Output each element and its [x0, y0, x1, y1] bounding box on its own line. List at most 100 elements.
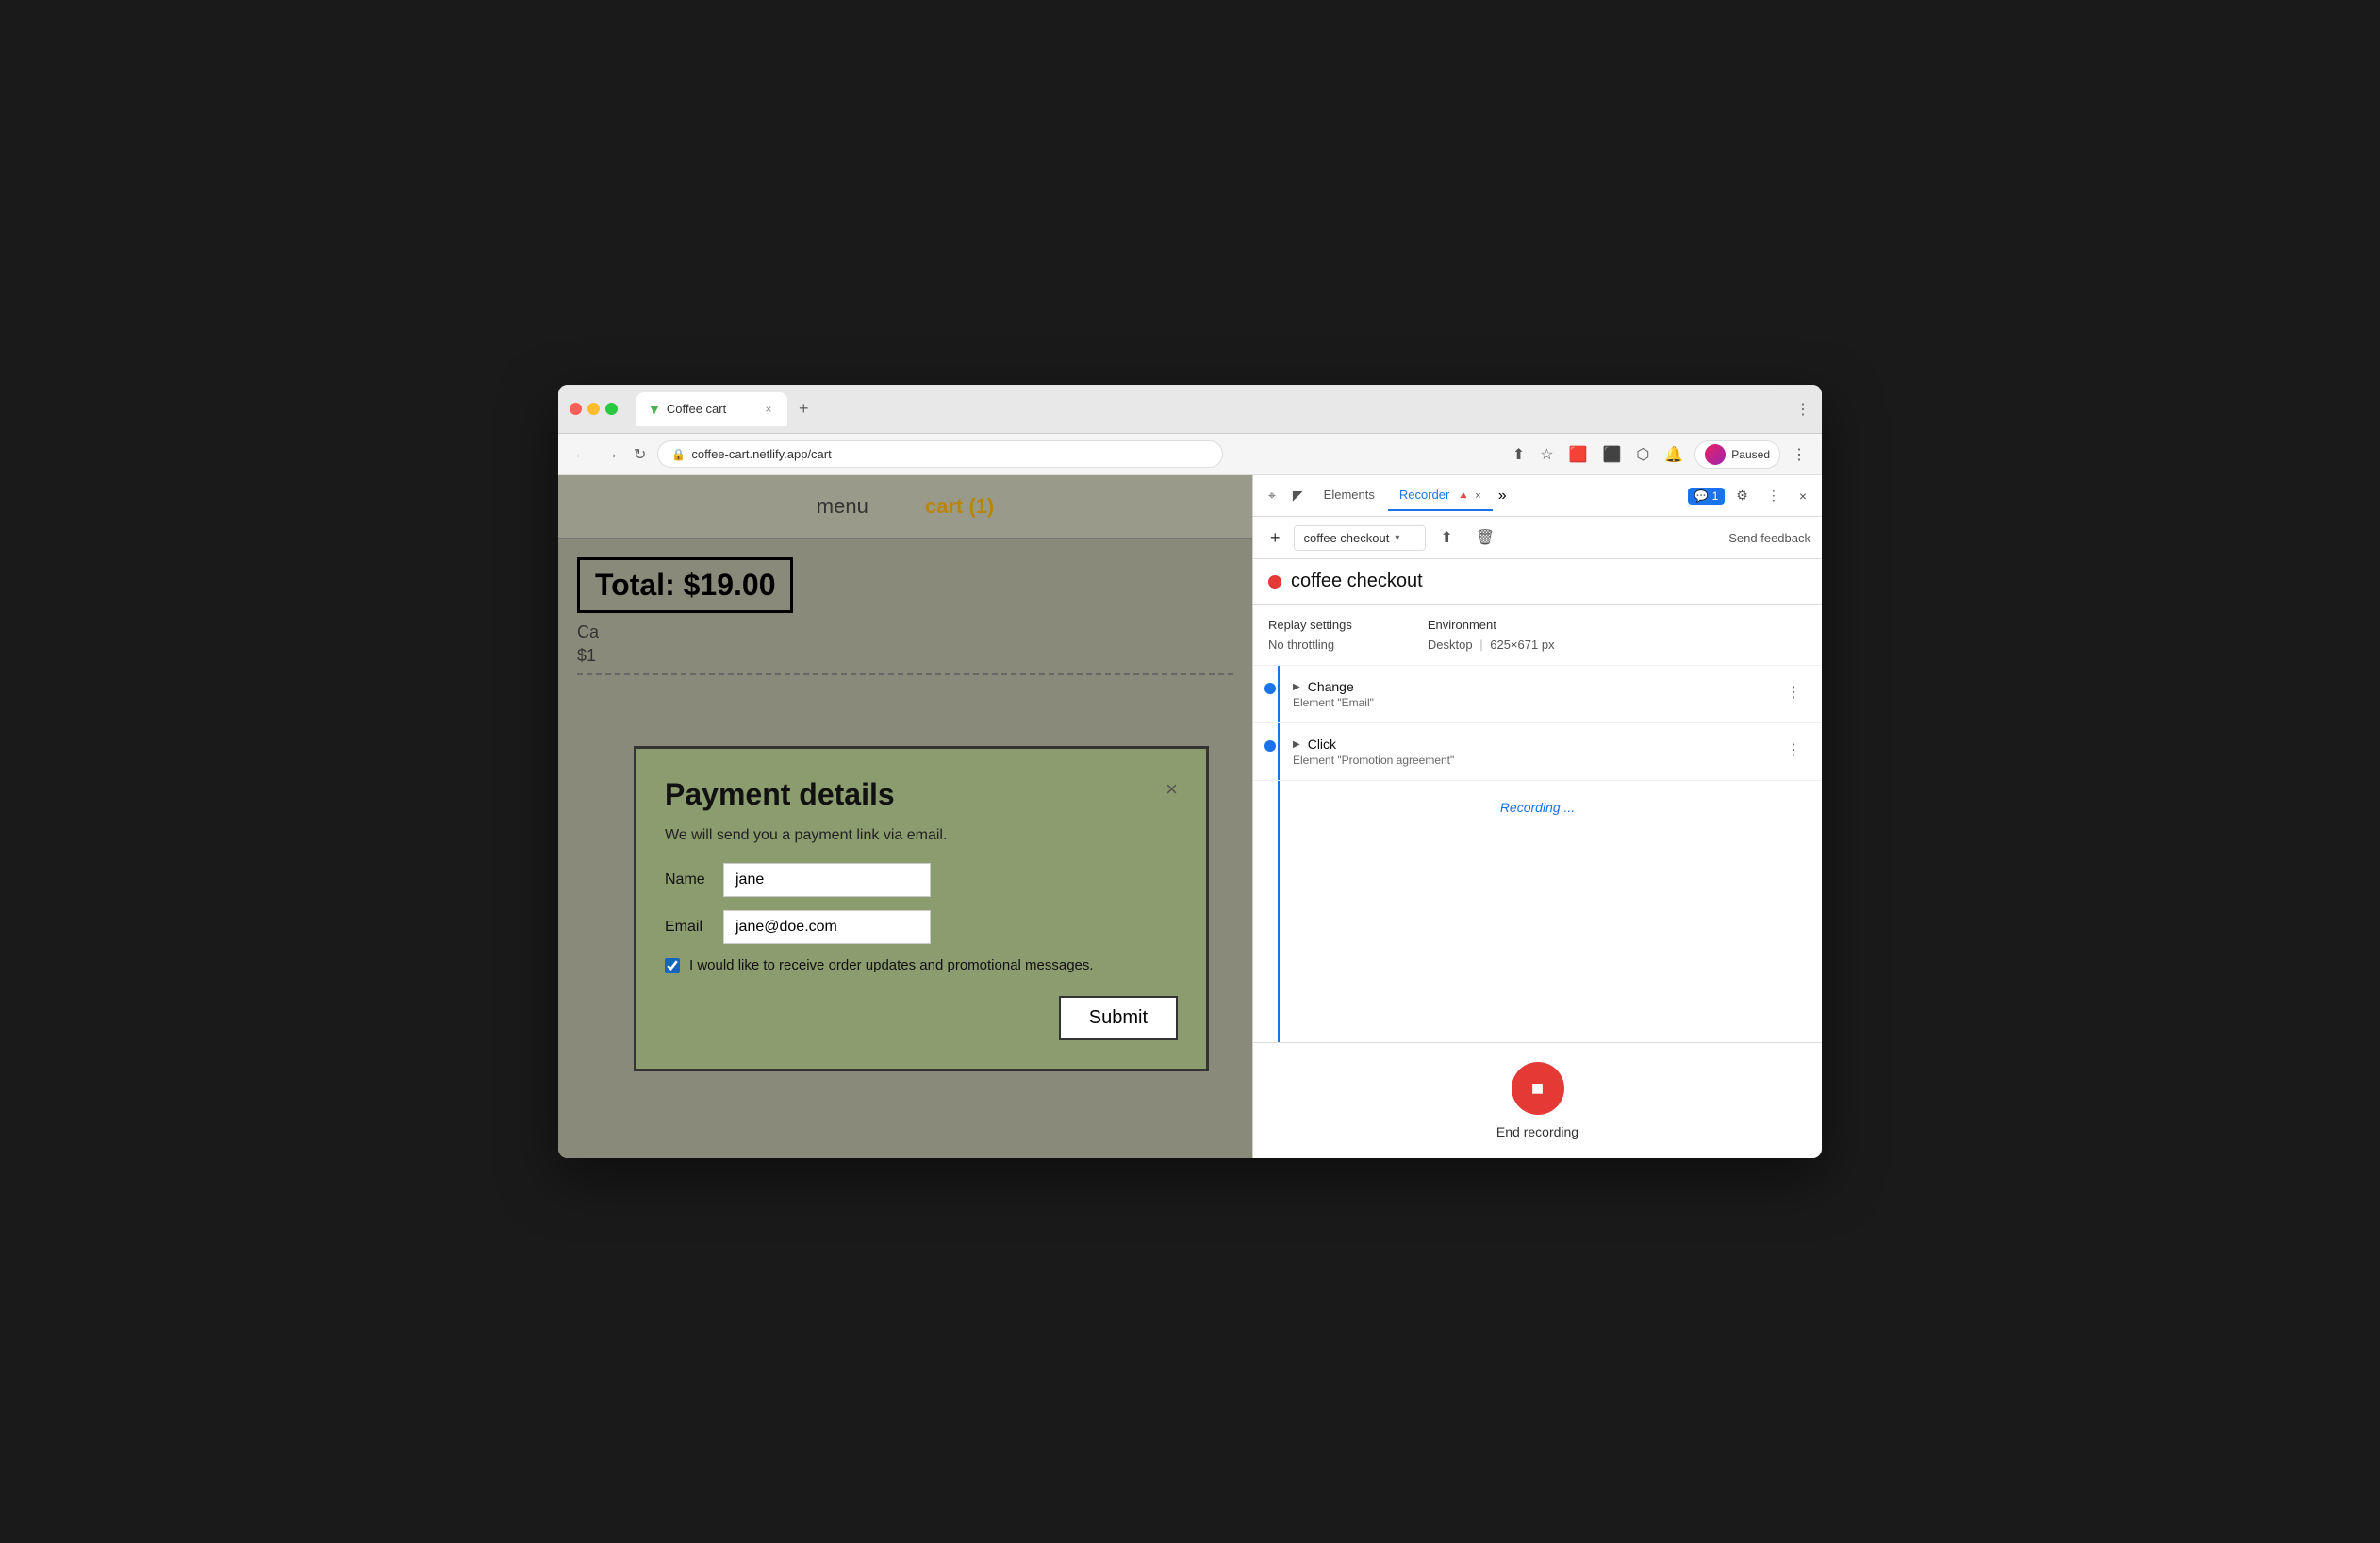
- step-name-change: Change: [1308, 679, 1354, 694]
- stop-recording-button[interactable]: ■: [1512, 1062, 1564, 1115]
- forward-button[interactable]: →: [600, 442, 622, 467]
- email-input[interactable]: [723, 910, 931, 944]
- share-icon[interactable]: ⬆: [1509, 441, 1529, 468]
- environment-separator: |: [1479, 638, 1482, 652]
- promotion-checkbox[interactable]: [665, 958, 680, 973]
- close-recorder-tab-icon[interactable]: ×: [1475, 490, 1480, 502]
- dropdown-arrow-icon: ▾: [1395, 533, 1399, 543]
- bookmark-icon[interactable]: ☆: [1536, 441, 1557, 468]
- email-label: Email: [665, 919, 712, 936]
- environment-value: Desktop | 625×671 px: [1428, 638, 1555, 652]
- step-item: ▶ Change Element "Email" ⋮: [1253, 666, 1822, 723]
- submit-button[interactable]: Submit: [1059, 996, 1178, 1040]
- recorder-active-indicator: 🔺: [1457, 490, 1470, 502]
- steps-area: ▶ Change Element "Email" ⋮ ▶ Click: [1253, 666, 1822, 1042]
- devtools-tab-bar: ⌖ ◤ Elements Recorder 🔺 × » 💬 1 ⚙: [1253, 475, 1822, 517]
- send-feedback-link[interactable]: Send feedback: [1728, 531, 1810, 545]
- extension4-icon[interactable]: 🔔: [1661, 441, 1687, 468]
- browser-tab[interactable]: ▼ Coffee cart ×: [636, 392, 787, 426]
- replay-settings-section: Replay settings No throttling Environmen…: [1253, 605, 1822, 666]
- recording-status: Recording ...: [1253, 781, 1822, 834]
- modal-title: Payment details: [665, 777, 895, 812]
- site-nav: menu cart (1): [558, 475, 1252, 539]
- devtools-settings-icon[interactable]: ⚙: [1728, 482, 1756, 509]
- devtools-tab-elements[interactable]: Elements: [1313, 480, 1386, 511]
- paused-label: Paused: [1731, 448, 1770, 461]
- email-field-row: Email: [665, 910, 1178, 944]
- extension3-icon[interactable]: ⬡: [1632, 441, 1653, 468]
- step-more-button-change[interactable]: ⋮: [1780, 681, 1807, 704]
- step-detail-click: Element "Promotion agreement": [1293, 754, 1771, 767]
- recorder-toolbar: + coffee checkout ▾ ⬆ 🗑 Send feedback: [1253, 517, 1822, 559]
- address-bar: ← → ↻ 🔒 coffee-cart.netlify.app/cart ⬆ ☆…: [558, 434, 1822, 475]
- devtools-select-mode-icon[interactable]: ⌖: [1261, 482, 1283, 509]
- add-recording-button[interactable]: +: [1264, 526, 1286, 550]
- throttle-value: No throttling: [1268, 638, 1352, 652]
- url-bar[interactable]: 🔒 coffee-cart.netlify.app/cart: [657, 440, 1223, 468]
- devtools-close-icon[interactable]: ×: [1792, 483, 1814, 509]
- delete-recording-button[interactable]: 🗑: [1468, 524, 1502, 551]
- cart-price: $1: [577, 646, 1233, 666]
- browser-more-icon[interactable]: ⋮: [1788, 441, 1810, 468]
- devtools-tab-recorder[interactable]: Recorder 🔺 ×: [1388, 480, 1493, 511]
- recording-dropdown[interactable]: coffee checkout ▾: [1294, 525, 1426, 551]
- badge-count: 1: [1712, 489, 1719, 503]
- lock-icon: 🔒: [671, 448, 686, 461]
- refresh-button[interactable]: ↻: [630, 441, 650, 468]
- devtools-right-icons: 💬 1 ⚙ ⋮ ×: [1688, 482, 1814, 509]
- tab-title: Coffee cart: [667, 402, 755, 416]
- step-more-button-click[interactable]: ⋮: [1780, 738, 1807, 761]
- cart-content: Total: $19.00 Ca $1 Payment details × We…: [558, 539, 1252, 702]
- step-name-click: Click: [1308, 737, 1336, 752]
- end-recording-area: ■ End recording: [1253, 1042, 1822, 1158]
- environment-heading: Environment: [1428, 618, 1555, 632]
- tab-favicon-icon: ▼: [648, 402, 661, 417]
- devtools-chat-badge[interactable]: 💬 1: [1688, 488, 1726, 505]
- name-field-row: Name: [665, 863, 1178, 897]
- name-label: Name: [665, 871, 712, 888]
- website-content: menu cart (1) Total: $19.00 Ca $1 Paymen…: [558, 475, 1252, 1158]
- tab-close-button[interactable]: ×: [761, 402, 776, 417]
- avatar: [1705, 444, 1726, 465]
- name-input[interactable]: [723, 863, 931, 897]
- title-bar: ▼ Coffee cart × + ⋮: [558, 385, 1822, 434]
- back-button[interactable]: ←: [570, 442, 592, 467]
- devtools-more-icon[interactable]: ⋮: [1760, 482, 1788, 509]
- modal-close-button[interactable]: ×: [1165, 777, 1178, 802]
- replay-col-right: Environment Desktop | 625×671 px: [1428, 618, 1555, 652]
- step-item: ▶ Click Element "Promotion agreement" ⋮: [1253, 723, 1822, 781]
- browser-window: ▼ Coffee cart × + ⋮ ← → ↻ 🔒 coffee-cart.…: [558, 385, 1822, 1158]
- step-expand-click[interactable]: ▶: [1293, 739, 1300, 750]
- environment-type: Desktop: [1428, 638, 1473, 652]
- menu-nav-link[interactable]: menu: [817, 494, 868, 519]
- traffic-lights: [570, 403, 618, 415]
- paused-badge[interactable]: Paused: [1694, 440, 1780, 469]
- stop-icon: ■: [1531, 1076, 1544, 1101]
- environment-dimensions: 625×671 px: [1490, 638, 1554, 652]
- window-more-icon[interactable]: ⋮: [1795, 400, 1810, 419]
- window-controls-right: ⋮: [1795, 400, 1810, 419]
- close-traffic-light[interactable]: [570, 403, 582, 415]
- export-recording-button[interactable]: ⬆: [1433, 524, 1461, 551]
- chat-icon: 💬: [1694, 489, 1709, 503]
- cart-divider: [577, 673, 1233, 675]
- replay-col-left: Replay settings No throttling: [1268, 618, 1352, 652]
- extension2-icon[interactable]: ⬛: [1598, 441, 1625, 468]
- browser-toolbar-icons: ⬆ ☆ 🟥 ⬛ ⬡ 🔔 Paused ⋮: [1509, 440, 1810, 469]
- step-dot-change: [1264, 683, 1276, 694]
- extension1-icon[interactable]: 🟥: [1565, 441, 1592, 468]
- recording-title: coffee checkout: [1291, 571, 1423, 592]
- devtools-more-tabs-icon[interactable]: »: [1498, 488, 1507, 505]
- checkbox-row: I would like to receive order updates an…: [665, 957, 1178, 973]
- minimize-traffic-light[interactable]: [587, 403, 600, 415]
- tab-bar: ▼ Coffee cart × +: [636, 392, 1788, 426]
- cart-item-text: Ca: [577, 622, 1233, 642]
- cart-nav-link[interactable]: cart (1): [925, 494, 994, 519]
- recording-indicator-dot: [1268, 575, 1281, 589]
- step-expand-change[interactable]: ▶: [1293, 682, 1300, 692]
- maximize-traffic-light[interactable]: [605, 403, 618, 415]
- checkbox-label: I would like to receive order updates an…: [689, 957, 1094, 973]
- step-detail-change: Element "Email": [1293, 696, 1771, 709]
- new-tab-button[interactable]: +: [791, 395, 817, 423]
- devtools-device-mode-icon[interactable]: ◤: [1285, 482, 1311, 509]
